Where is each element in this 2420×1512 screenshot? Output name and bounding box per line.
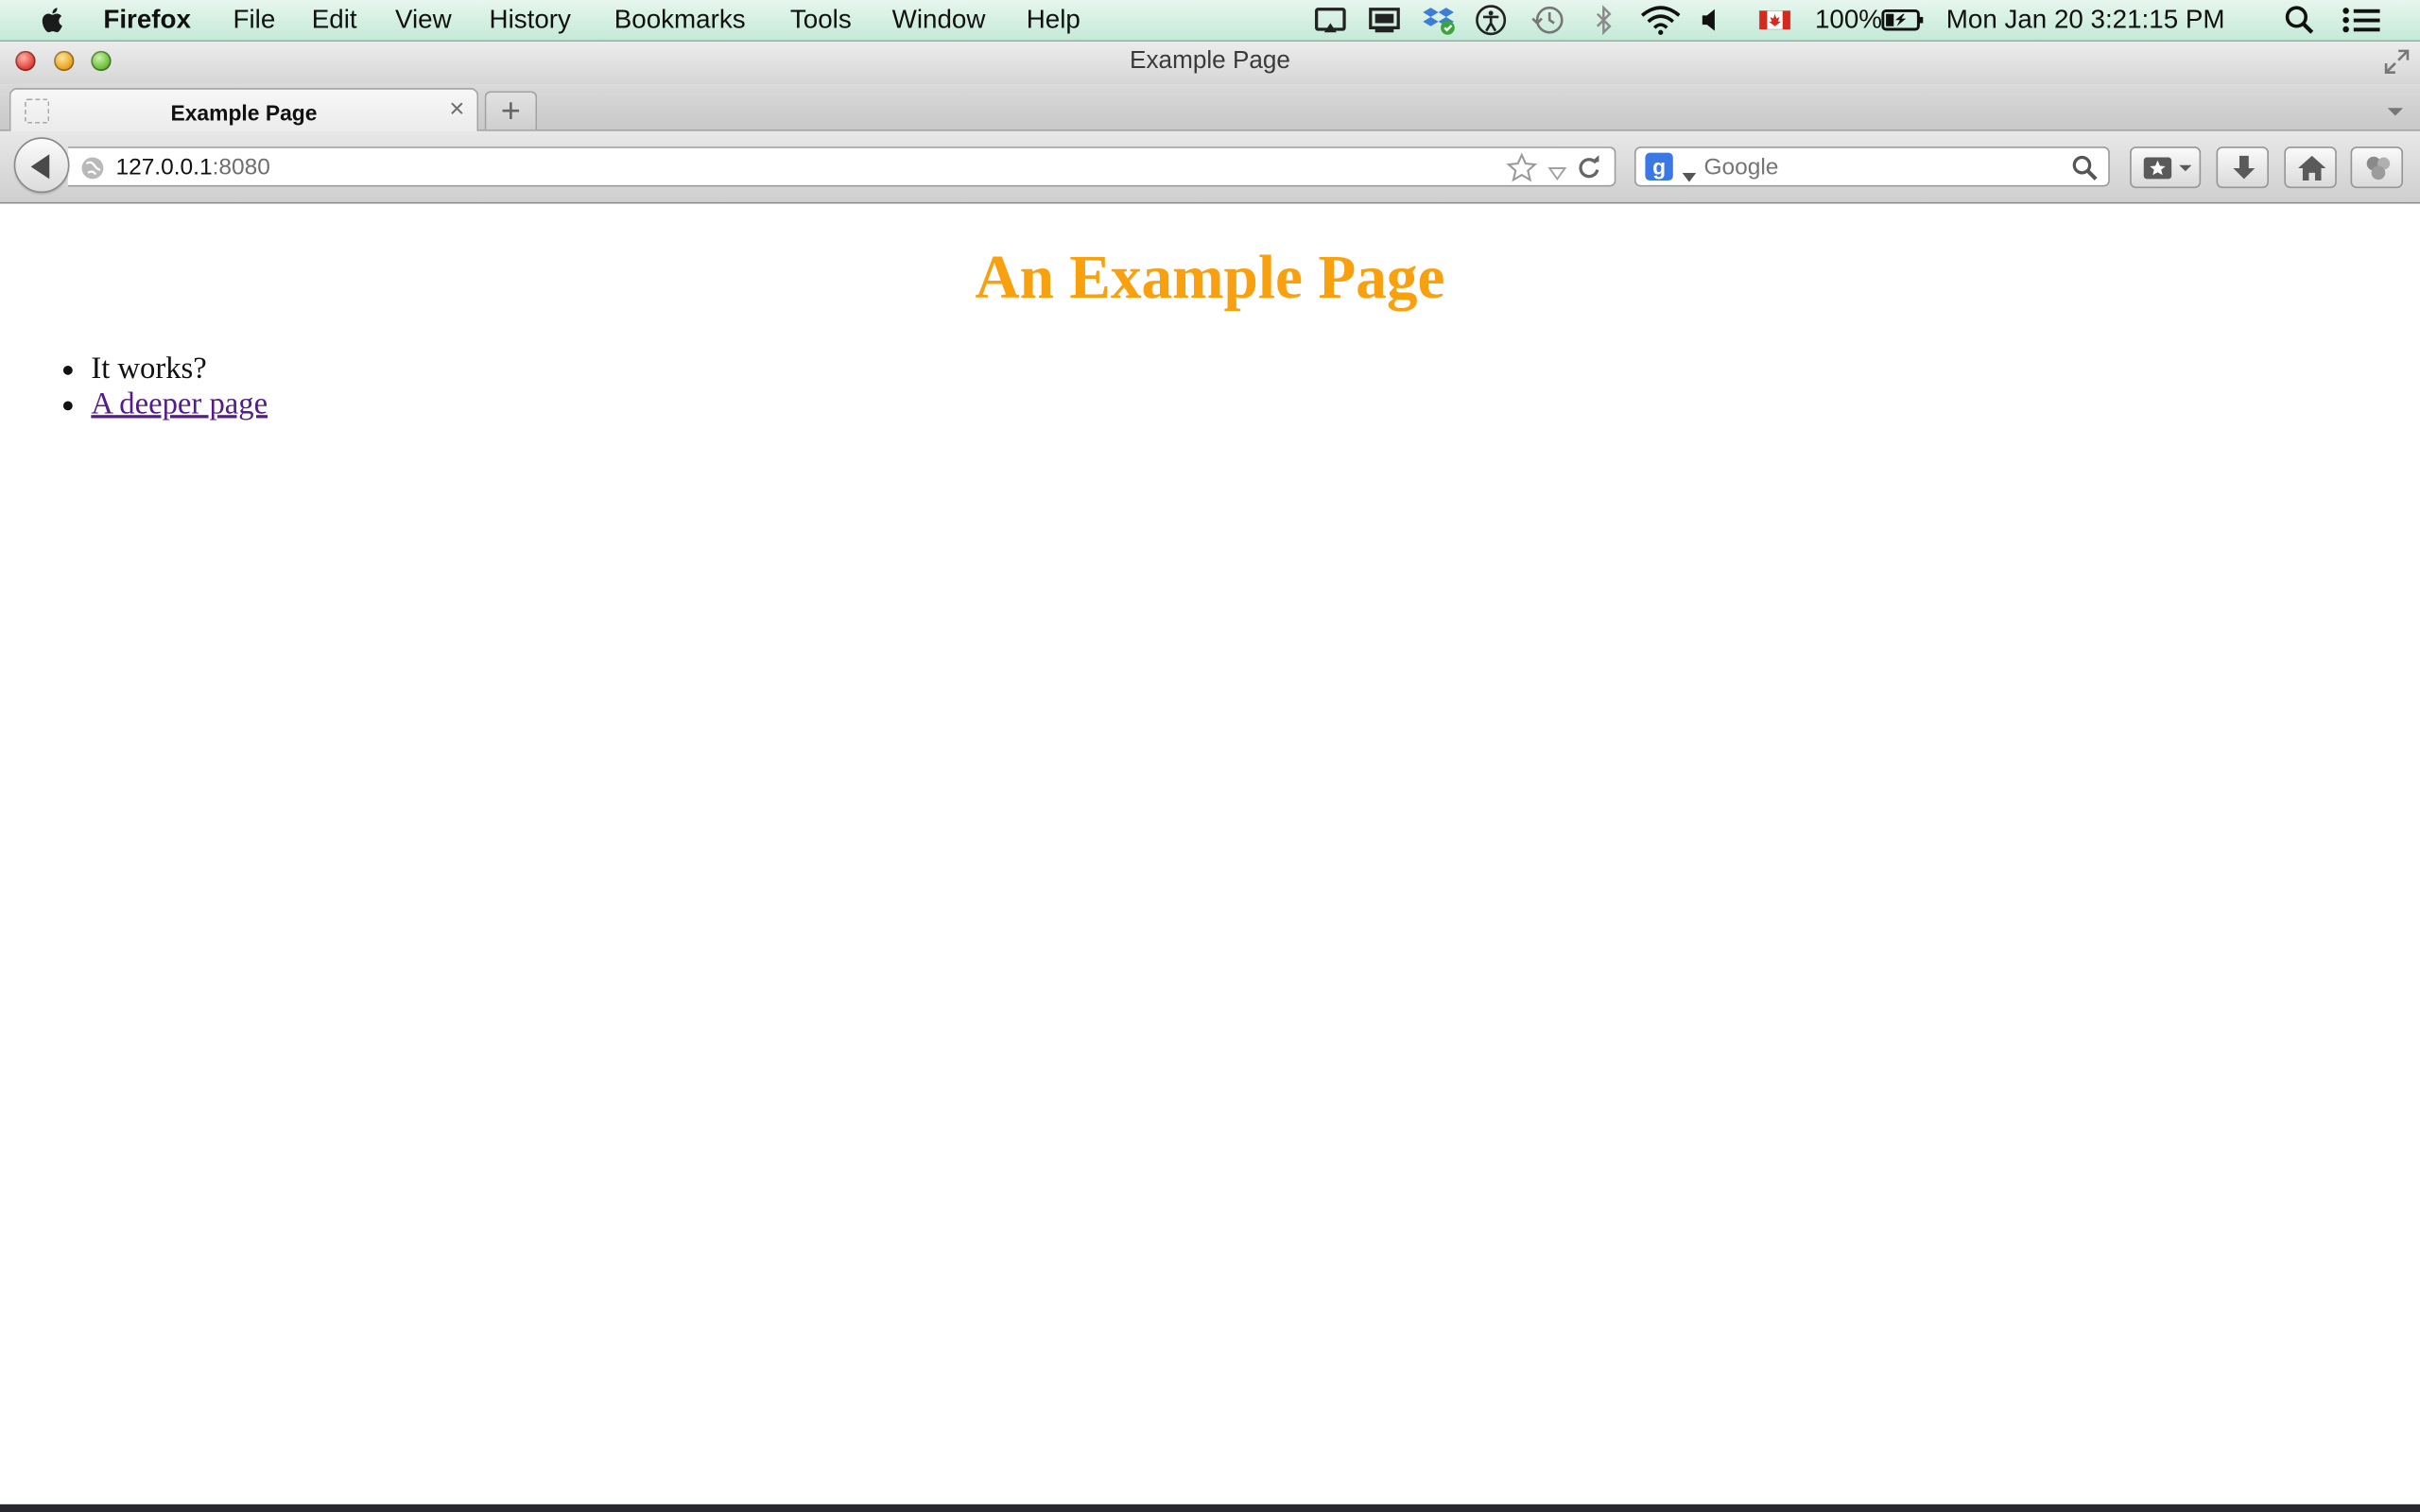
url-host: 127.0.0.1 xyxy=(115,154,213,181)
input-source-flag-icon[interactable] xyxy=(1758,5,1792,36)
window-title: Example Page xyxy=(1130,47,1290,75)
google-engine-icon[interactable]: g xyxy=(1645,152,1673,181)
default-favicon-icon xyxy=(25,98,50,124)
fullscreen-icon[interactable] xyxy=(2383,48,2411,84)
tab-strip: Example Page × + xyxy=(0,84,2420,133)
tab-title: Example Page xyxy=(170,100,318,126)
menu-bar: Firefox File Edit View History Bookmarks… xyxy=(0,0,2420,43)
bookmarks-star-icon xyxy=(2143,157,2192,180)
list-item: A deeper page xyxy=(91,387,268,423)
downloads-button[interactable] xyxy=(2216,146,2269,189)
reload-icon[interactable] xyxy=(1576,154,1602,188)
list-item: It works? xyxy=(91,352,268,387)
globe-icon[interactable] xyxy=(80,156,105,188)
back-arrow-icon xyxy=(30,154,50,180)
page-list: It works? A deeper page xyxy=(29,352,268,422)
app-menu[interactable]: Firefox xyxy=(103,5,191,36)
clock[interactable]: Mon Jan 20 3:21:15 PM xyxy=(1946,5,2225,36)
deeper-page-link[interactable]: A deeper page xyxy=(91,387,268,421)
engine-dropdown-icon[interactable] xyxy=(1682,162,1697,189)
tab-close-icon[interactable]: × xyxy=(449,95,464,122)
menu-view[interactable]: View xyxy=(395,5,452,36)
home-icon xyxy=(2298,155,2326,181)
menu-file[interactable]: File xyxy=(233,5,276,36)
addon-puzzle-icon xyxy=(2366,156,2391,180)
page-heading: An Example Page xyxy=(975,242,1445,312)
volume-icon[interactable] xyxy=(1698,5,1722,36)
battery-icon[interactable] xyxy=(1881,5,1925,36)
home-button[interactable] xyxy=(2284,146,2337,189)
notification-center-icon[interactable] xyxy=(2342,5,2381,36)
bluetooth-icon[interactable] xyxy=(1591,5,1616,36)
list-item-text: It works? xyxy=(91,352,207,387)
menu-history[interactable]: History xyxy=(490,5,571,36)
bookmark-star-icon[interactable] xyxy=(1506,152,1538,192)
page-content: An Example Page It works? A deeper page xyxy=(0,203,2420,1504)
url-bar[interactable]: 127.0.0.1:8080 xyxy=(67,146,1616,188)
menu-window[interactable]: Window xyxy=(892,5,986,36)
navigation-toolbar: 127.0.0.1:8080 g xyxy=(0,130,2420,204)
accessibility-icon[interactable] xyxy=(1474,5,1508,36)
addons-button[interactable] xyxy=(2350,146,2404,189)
dropbox-icon[interactable] xyxy=(1422,5,1459,36)
menu-tools[interactable]: Tools xyxy=(790,5,852,36)
bookmarks-menu-button[interactable] xyxy=(2130,146,2202,189)
apple-menu-icon[interactable] xyxy=(36,3,70,37)
url-port: :8080 xyxy=(212,154,270,181)
display-icon[interactable] xyxy=(1368,5,1402,36)
window-bottom-edge xyxy=(0,1503,2420,1512)
search-input[interactable] xyxy=(1703,147,2059,185)
spotlight-icon[interactable] xyxy=(2283,5,2317,36)
airplay-icon[interactable] xyxy=(1313,5,1347,36)
menu-edit[interactable]: Edit xyxy=(312,5,357,36)
search-bar[interactable]: g xyxy=(1634,146,2110,189)
menu-bookmarks[interactable]: Bookmarks xyxy=(614,5,746,36)
download-arrow-icon xyxy=(2233,155,2256,180)
wifi-icon[interactable] xyxy=(1639,5,1683,36)
window-titlebar[interactable]: Example Page xyxy=(0,42,2420,85)
search-icon[interactable] xyxy=(2071,154,2099,190)
new-tab-button[interactable]: + xyxy=(484,91,538,130)
tab-example-page[interactable]: Example Page × xyxy=(9,88,479,133)
back-button[interactable] xyxy=(13,137,70,194)
history-dropdown-icon[interactable] xyxy=(1547,161,1567,188)
time-machine-icon[interactable] xyxy=(1530,5,1566,36)
menu-help[interactable]: Help xyxy=(1027,5,1080,36)
url-text[interactable]: 127.0.0.1:8080 xyxy=(115,154,269,180)
tab-list-chevron-icon[interactable] xyxy=(2386,98,2405,126)
battery-percent[interactable]: 100% xyxy=(1815,5,1882,36)
